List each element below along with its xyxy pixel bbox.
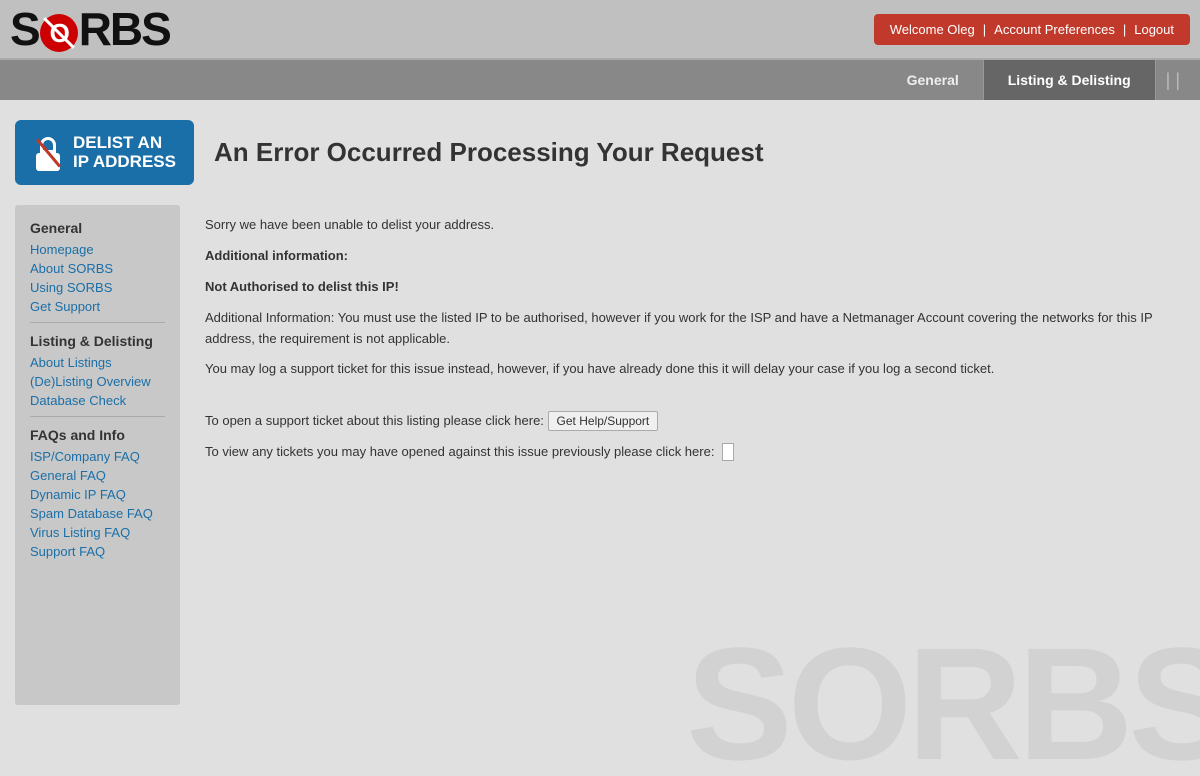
logo-area: SORBS (10, 2, 170, 56)
delist-button-text: DELIST AN IP ADDRESS (73, 134, 176, 171)
logo-rbs: RBS (79, 3, 170, 55)
welcome-text: Welcome Oleg (890, 22, 975, 37)
sidebar-section-general: General (30, 220, 165, 236)
ticket-line-2: To view any tickets you may have opened … (205, 442, 1180, 463)
logo-s: S (10, 3, 39, 55)
sidebar-link-about-listings[interactable]: About Listings (30, 355, 165, 370)
sidebar-link-general-faq[interactable]: General FAQ (30, 468, 165, 483)
sidebar-section-faqs: FAQs and Info (30, 427, 165, 443)
ticket-line-1-prefix: To open a support ticket about this list… (205, 413, 544, 428)
account-preferences-link[interactable]: Account Preferences (994, 22, 1115, 37)
pipe-2: | (1123, 22, 1126, 37)
error-line-3: Not Authorised to delist this IP! (205, 277, 1180, 298)
ticket-line-2-prefix: To view any tickets you may have opened … (205, 444, 714, 459)
sidebar-divider-1 (30, 322, 165, 323)
error-body: Sorry we have been unable to delist your… (205, 215, 1180, 462)
logo-o: O (40, 14, 78, 52)
tab-general[interactable]: General (883, 60, 984, 100)
sidebar: General Homepage About SORBS Using SORBS… (15, 205, 180, 705)
pipe-1: | (983, 22, 986, 37)
top-bar: SORBS Welcome Oleg | Account Preferences… (0, 0, 1200, 60)
main-area: SORBS DELIST AN IP ADDRESS An Error Occu… (0, 100, 1200, 776)
error-line-2: Additional information: (205, 246, 1180, 267)
logout-link[interactable]: Logout (1134, 22, 1174, 37)
sidebar-link-using-sorbs[interactable]: Using SORBS (30, 280, 165, 295)
delist-button[interactable]: DELIST AN IP ADDRESS (15, 120, 194, 185)
tab-listing-delisting[interactable]: Listing & Delisting (984, 60, 1156, 100)
error-line-4: Additional Information: You must use the… (205, 308, 1180, 350)
sidebar-link-get-support[interactable]: Get Support (30, 299, 165, 314)
content-layout: General Homepage About SORBS Using SORBS… (15, 205, 1185, 705)
delist-banner: DELIST AN IP ADDRESS An Error Occurred P… (15, 120, 1185, 185)
nav-extra-icons: | | (1156, 60, 1190, 100)
page-title: An Error Occurred Processing Your Reques… (214, 137, 764, 168)
main-content: Sorry we have been unable to delist your… (200, 205, 1185, 705)
nav-bar: General Listing & Delisting | | (0, 60, 1200, 100)
sidebar-link-homepage[interactable]: Homepage (30, 242, 165, 257)
sidebar-link-support-faq[interactable]: Support FAQ (30, 544, 165, 559)
ticket-input[interactable] (722, 443, 734, 461)
sidebar-link-isp-faq[interactable]: ISP/Company FAQ (30, 449, 165, 464)
sidebar-divider-2 (30, 416, 165, 417)
sidebar-link-delisting-overview[interactable]: (De)Listing Overview (30, 374, 165, 389)
sidebar-link-database-check[interactable]: Database Check (30, 393, 165, 408)
sidebar-section-listing: Listing & Delisting (30, 333, 165, 349)
get-help-support-button[interactable]: Get Help/Support (548, 411, 659, 431)
sidebar-link-about-sorbs[interactable]: About SORBS (30, 261, 165, 276)
error-line-1: Sorry we have been unable to delist your… (205, 215, 1180, 236)
sidebar-link-dynamic-ip-faq[interactable]: Dynamic IP FAQ (30, 487, 165, 502)
lock-icon (33, 135, 63, 171)
ticket-line-1: To open a support ticket about this list… (205, 411, 1180, 432)
sidebar-link-virus-faq[interactable]: Virus Listing FAQ (30, 525, 165, 540)
sidebar-link-spam-db-faq[interactable]: Spam Database FAQ (30, 506, 165, 521)
error-line-5: You may log a support ticket for this is… (205, 359, 1180, 380)
top-right-bar: Welcome Oleg | Account Preferences | Log… (874, 14, 1190, 45)
logo: SORBS (10, 2, 170, 56)
